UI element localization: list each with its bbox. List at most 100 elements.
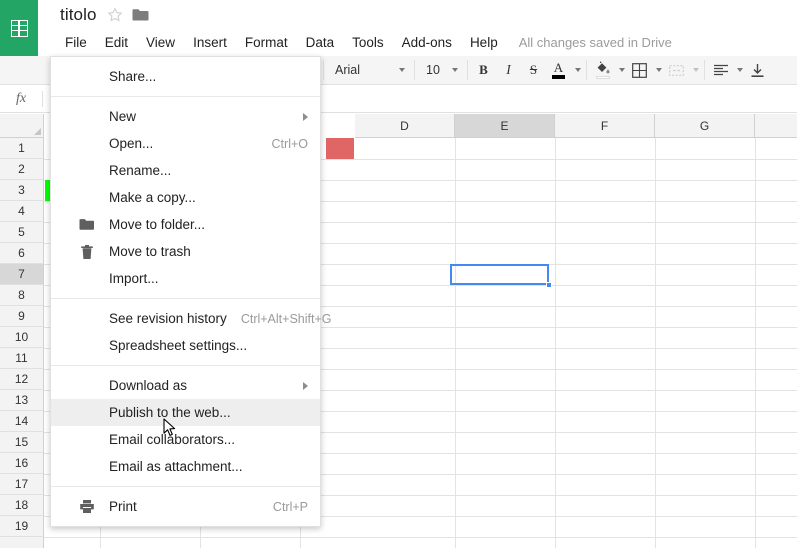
font-family-select[interactable]: Arial <box>327 58 411 83</box>
chevron-down-icon[interactable] <box>575 68 581 72</box>
menu-item-label: Import... <box>109 271 159 286</box>
menu-help[interactable]: Help <box>461 31 507 55</box>
menu-item-label: Email collaborators... <box>109 432 236 447</box>
row-header-10[interactable]: 10 <box>0 327 44 348</box>
row-header-6[interactable]: 6 <box>0 243 44 264</box>
row-header-label: 1 <box>18 141 25 155</box>
menu-item-print[interactable]: Print Ctrl+P <box>51 493 320 520</box>
menu-item-make-a-copy[interactable]: Make a copy... <box>51 184 320 211</box>
row-header-12[interactable]: 12 <box>0 369 44 390</box>
row-header-label: 9 <box>18 309 25 323</box>
menu-format[interactable]: Format <box>236 31 297 55</box>
menu-item-rename[interactable]: Rename... <box>51 157 320 184</box>
row-header-19[interactable]: 19 <box>0 516 44 537</box>
row-header-18[interactable]: 18 <box>0 495 44 516</box>
chevron-down-icon[interactable] <box>619 68 625 72</box>
menu-insert[interactable]: Insert <box>184 31 236 55</box>
menu-separator <box>51 365 320 366</box>
row-header-5[interactable]: 5 <box>0 222 44 243</box>
row-header-2[interactable]: 2 <box>0 159 44 180</box>
chevron-down-icon[interactable] <box>656 68 662 72</box>
menu-addons[interactable]: Add-ons <box>393 31 461 55</box>
row-header-13[interactable]: 13 <box>0 390 44 411</box>
row-header-8[interactable]: 8 <box>0 285 44 306</box>
select-all-corner[interactable] <box>0 114 44 138</box>
row-header-16[interactable]: 16 <box>0 453 44 474</box>
fill-color-swatch <box>595 75 610 80</box>
column-header-e[interactable]: E <box>455 114 555 138</box>
column-header-label: E <box>500 118 509 133</box>
text-color-button[interactable]: A <box>546 58 571 83</box>
menu-item-label: Publish to the web... <box>109 405 231 420</box>
bold-button[interactable]: B <box>471 58 496 83</box>
menu-item-label: New <box>109 109 137 124</box>
column-header-d[interactable]: D <box>355 114 455 138</box>
row-header-label: 7 <box>18 267 25 281</box>
selected-cell-e7[interactable] <box>450 264 549 285</box>
row-header-9[interactable]: 9 <box>0 306 44 327</box>
menu-edit[interactable]: Edit <box>96 31 137 55</box>
row-header-20[interactable] <box>0 537 44 548</box>
horizontal-align-button[interactable] <box>708 58 733 83</box>
row-header-label: 3 <box>18 183 25 197</box>
star-icon[interactable] <box>107 6 123 23</box>
menu-item-spreadsheet-settings[interactable]: Spreadsheet settings... <box>51 332 320 359</box>
menu-tools[interactable]: Tools <box>343 31 393 55</box>
menu-item-email-collaborators[interactable]: Email collaborators... <box>51 426 320 453</box>
row-header-17[interactable]: 17 <box>0 474 44 495</box>
vertical-align-button[interactable] <box>745 58 770 83</box>
menu-item-move-to-folder[interactable]: Move to folder... <box>51 211 320 238</box>
menu-item-publish-to-the-web[interactable]: Publish to the web... <box>51 399 320 426</box>
row-header-label: 6 <box>18 246 25 260</box>
document-title[interactable]: titolo <box>60 5 97 24</box>
menu-view[interactable]: View <box>137 31 184 55</box>
folder-icon[interactable] <box>132 8 150 22</box>
row-header-14[interactable]: 14 <box>0 411 44 432</box>
fill-color-button[interactable] <box>590 58 615 83</box>
font-size-select[interactable]: 10 <box>418 58 464 83</box>
menu-item-shortcut: Ctrl+O <box>271 136 308 151</box>
row-header-label: 13 <box>14 393 29 407</box>
fill-handle[interactable] <box>546 282 552 288</box>
sheets-logo[interactable] <box>0 0 38 56</box>
red-cell-c1[interactable] <box>326 138 354 159</box>
row-header-7[interactable]: 7 <box>0 264 44 285</box>
column-header-h[interactable] <box>755 114 797 138</box>
sheets-logo-icon <box>10 19 28 37</box>
toolbar-divider <box>467 60 468 80</box>
row-header-3[interactable]: 3 <box>0 180 44 201</box>
row-header-label: 11 <box>15 351 28 365</box>
italic-button[interactable]: I <box>496 58 521 83</box>
row-header-11[interactable]: 11 <box>0 348 44 369</box>
menu-file[interactable]: File <box>56 30 96 55</box>
menu-data[interactable]: Data <box>297 31 344 55</box>
menu-item-download-as[interactable]: Download as <box>51 372 320 399</box>
borders-button[interactable] <box>627 58 652 83</box>
column-header-g[interactable]: G <box>655 114 755 138</box>
row-header-15[interactable]: 15 <box>0 432 44 453</box>
strikethrough-button[interactable]: S <box>521 58 546 83</box>
folder-icon <box>79 217 95 233</box>
toolbar-divider <box>704 60 705 80</box>
file-menu-dropdown[interactable]: Share... New Open... Ctrl+O Rename... Make a … <box>50 56 331 527</box>
menu-item-import[interactable]: Import... <box>51 265 320 292</box>
row-header-label: 16 <box>14 456 29 470</box>
row-header-4[interactable]: 4 <box>0 201 44 222</box>
menu-item-new[interactable]: New <box>51 103 320 130</box>
submenu-arrow-icon <box>303 381 308 390</box>
menu-item-label: See revision history <box>109 311 227 326</box>
row-header-label: 14 <box>14 414 29 428</box>
font-size-value: 10 <box>426 63 440 77</box>
menu-item-move-to-trash[interactable]: Move to trash <box>51 238 320 265</box>
gridline-vertical <box>655 138 656 548</box>
chevron-down-icon[interactable] <box>737 68 743 72</box>
menu-item-email-as-attachment[interactable]: Email as attachment... <box>51 453 320 480</box>
menu-item-share[interactable]: Share... <box>51 63 320 90</box>
align-left-icon <box>713 64 728 75</box>
name-box[interactable]: fx <box>0 85 42 112</box>
row-header-1[interactable]: 1 <box>0 138 44 159</box>
menu-item-label: Open... <box>109 136 154 151</box>
column-header-f[interactable]: F <box>555 114 655 138</box>
menu-item-open[interactable]: Open... Ctrl+O <box>51 130 320 157</box>
menu-item-see-revision-history[interactable]: See revision history Ctrl+Alt+Shift+G <box>51 305 331 332</box>
